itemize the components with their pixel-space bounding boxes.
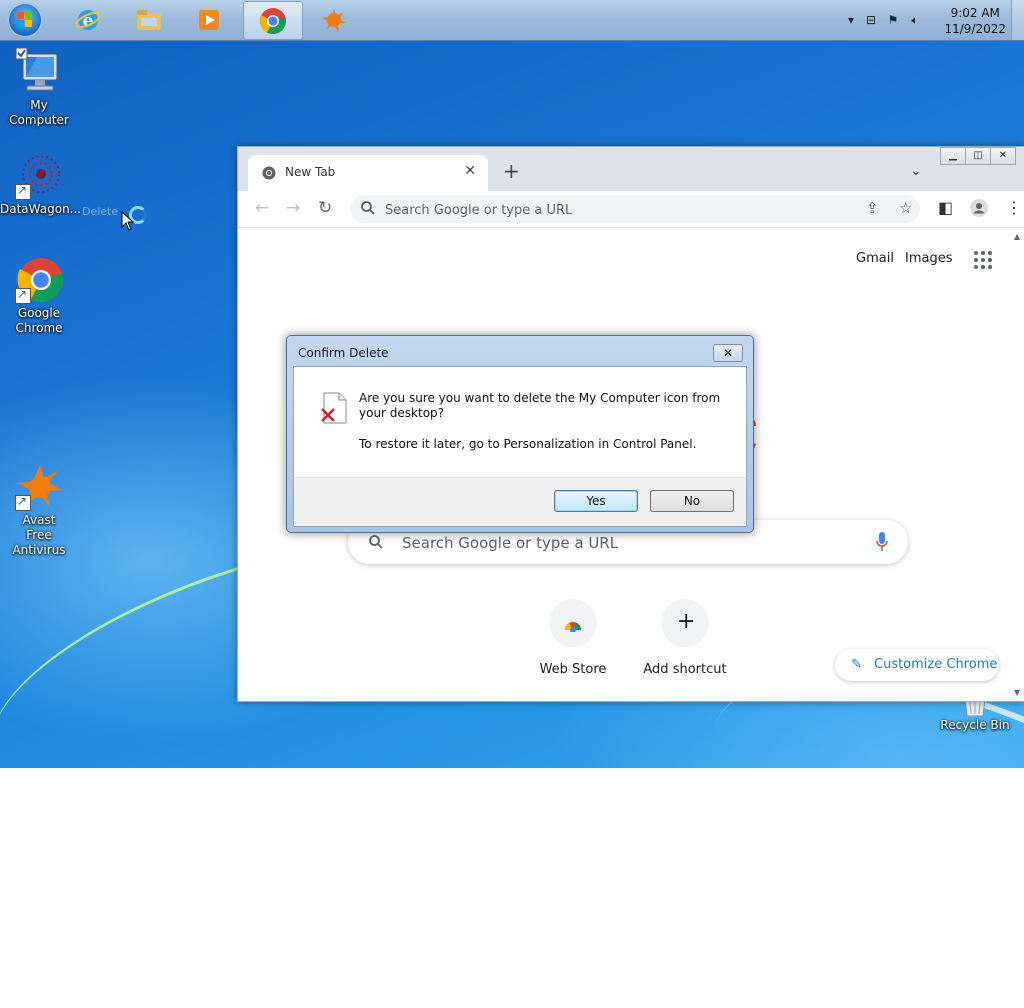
system-tray: ▾ ⊟ ⚑ 🔈︎ 9:02 AM 11/9/2022	[834, 0, 1024, 40]
shortcut-add[interactable]: + Add shortcut	[635, 599, 735, 677]
gmail-link[interactable]: Gmail	[856, 251, 894, 266]
microphone-icon[interactable]	[876, 532, 888, 552]
datawagon-icon	[15, 152, 63, 200]
close-window-button[interactable]: ✕	[990, 147, 1016, 165]
reload-icon[interactable]: ↻	[318, 200, 332, 217]
start-button[interactable]	[7, 2, 43, 38]
desktop-icon-label: Google Chrome	[15, 306, 63, 335]
tab-close-icon[interactable]: ✕	[464, 163, 476, 179]
desktop-icon-avast[interactable]: Avast Free Antivirus	[0, 463, 78, 558]
shortcut-arrow-icon	[15, 287, 31, 304]
taskbar-file-explorer[interactable]	[120, 1, 178, 38]
google-apps-icon[interactable]	[974, 251, 992, 269]
file-explorer-icon	[137, 10, 161, 30]
tab-title: New Tab	[285, 165, 336, 179]
scroll-down-icon[interactable]: ▼	[1014, 688, 1020, 697]
dialog-footer: Yes No	[293, 477, 747, 527]
vertical-scrollbar[interactable]: ▲ ▼	[1012, 228, 1024, 701]
taskbar-media-player[interactable]	[180, 1, 238, 38]
minimize-button[interactable]: ▁	[940, 147, 966, 165]
ntp-search-input[interactable]	[400, 530, 854, 556]
back-arrow-icon[interactable]: ←	[255, 200, 269, 217]
scroll-up-icon[interactable]: ▲	[1014, 232, 1020, 241]
web-store-icon	[549, 599, 597, 647]
network-icon[interactable]: ⊟	[864, 13, 878, 27]
maximize-button[interactable]: ◫	[965, 147, 991, 165]
chrome-icon	[15, 256, 63, 304]
my-computer-icon	[15, 47, 63, 96]
tab-strip: New Tab ✕ + ⌄ ▁ ◫ ✕	[238, 147, 1024, 191]
desktop-icon-label: My Computer	[9, 98, 69, 127]
customize-label: Customize Chrome	[874, 657, 998, 672]
dialog-hint: To restore it later, go to Personalizati…	[359, 437, 697, 451]
taskbar: e ▾ ⊟ ⚑ 🔈︎ 9:02 AM 11/9/2022	[0, 0, 1024, 41]
desktop-icon-label: Recycle Bin	[940, 718, 1010, 732]
search-icon	[361, 201, 375, 215]
share-icon[interactable]: ⇪	[866, 200, 879, 217]
show-desktop-button[interactable]	[1011, 0, 1024, 40]
avast-icon	[15, 463, 63, 511]
pencil-icon: ✎	[851, 657, 862, 672]
shortcut-arrow-icon	[15, 183, 31, 200]
avast-icon	[322, 9, 346, 32]
forward-arrow-icon[interactable]: →	[286, 200, 300, 217]
new-tab-button[interactable]: +	[503, 161, 520, 181]
chrome-menu-icon[interactable]: ⋮	[1006, 199, 1022, 217]
delete-file-icon	[321, 392, 347, 424]
taskbar-avast[interactable]	[305, 1, 363, 38]
plus-icon: +	[661, 599, 709, 647]
clock-date: 11/9/2022	[944, 22, 1006, 36]
omnibox-input[interactable]	[383, 198, 857, 222]
taskbar-chrome[interactable]	[243, 1, 303, 40]
mouse-cursor-icon	[121, 211, 135, 231]
side-panel-icon[interactable]: ◧	[938, 199, 953, 217]
no-button[interactable]: No	[650, 490, 734, 512]
desktop-icon-my-computer[interactable]: My Computer	[0, 47, 78, 128]
desktop-icon-google-chrome[interactable]: Google Chrome	[0, 256, 78, 336]
taskbar-internet-explorer[interactable]: e	[59, 1, 117, 38]
desktop-icon-datawagon[interactable]: DataWagon...	[0, 152, 82, 217]
drag-ghost-label: Delete	[82, 205, 119, 218]
desktop-icon-label: DataWagon...	[0, 202, 82, 216]
chrome-favicon-icon	[262, 166, 276, 180]
shortcut-label: Web Store	[539, 662, 607, 677]
chrome-toolbar: ← → ↻ ⇪ ☆ ◧ ⋮	[238, 191, 1024, 228]
volume-icon[interactable]: 🔈︎	[908, 13, 922, 27]
bookmark-star-icon[interactable]: ☆	[899, 200, 912, 217]
dialog-title: Confirm Delete	[298, 346, 389, 360]
profile-avatar-icon[interactable]	[970, 199, 988, 221]
dialog-body: Are you sure you want to delete the My C…	[293, 366, 747, 477]
shortcut-arrow-icon	[15, 494, 31, 511]
images-link[interactable]: Images	[905, 251, 953, 266]
clock-time: 9:02 AM	[950, 6, 1000, 20]
windows-logo-icon	[17, 12, 33, 28]
omnibox[interactable]: ⇪ ☆	[350, 195, 920, 223]
media-player-icon	[199, 10, 219, 30]
internet-explorer-icon: e	[75, 10, 101, 31]
customize-chrome-button[interactable]: ✎ Customize Chrome	[835, 649, 999, 681]
action-center-flag-icon[interactable]: ⚑	[886, 13, 900, 27]
tab-new-tab[interactable]: New Tab ✕	[248, 155, 488, 191]
dialog-message: Are you sure you want to delete the My C…	[359, 391, 721, 420]
tab-search-chevron-icon[interactable]: ⌄	[910, 163, 922, 179]
show-hidden-icons-icon[interactable]: ▾	[844, 13, 858, 27]
dialog-close-button[interactable]: ✕	[713, 344, 743, 362]
clock[interactable]: 9:02 AM 11/9/2022	[944, 5, 1006, 37]
yes-button[interactable]: Yes	[554, 490, 638, 512]
confirm-delete-dialog: Confirm Delete ✕ Are you sure you want t…	[286, 335, 754, 533]
chrome-icon	[259, 8, 286, 34]
search-icon	[369, 535, 383, 549]
shortcut-web-store[interactable]: Web Store	[523, 599, 623, 677]
desktop-icon-label: Avast Free Antivirus	[12, 513, 66, 557]
shortcut-label: Add shortcut	[643, 662, 727, 677]
